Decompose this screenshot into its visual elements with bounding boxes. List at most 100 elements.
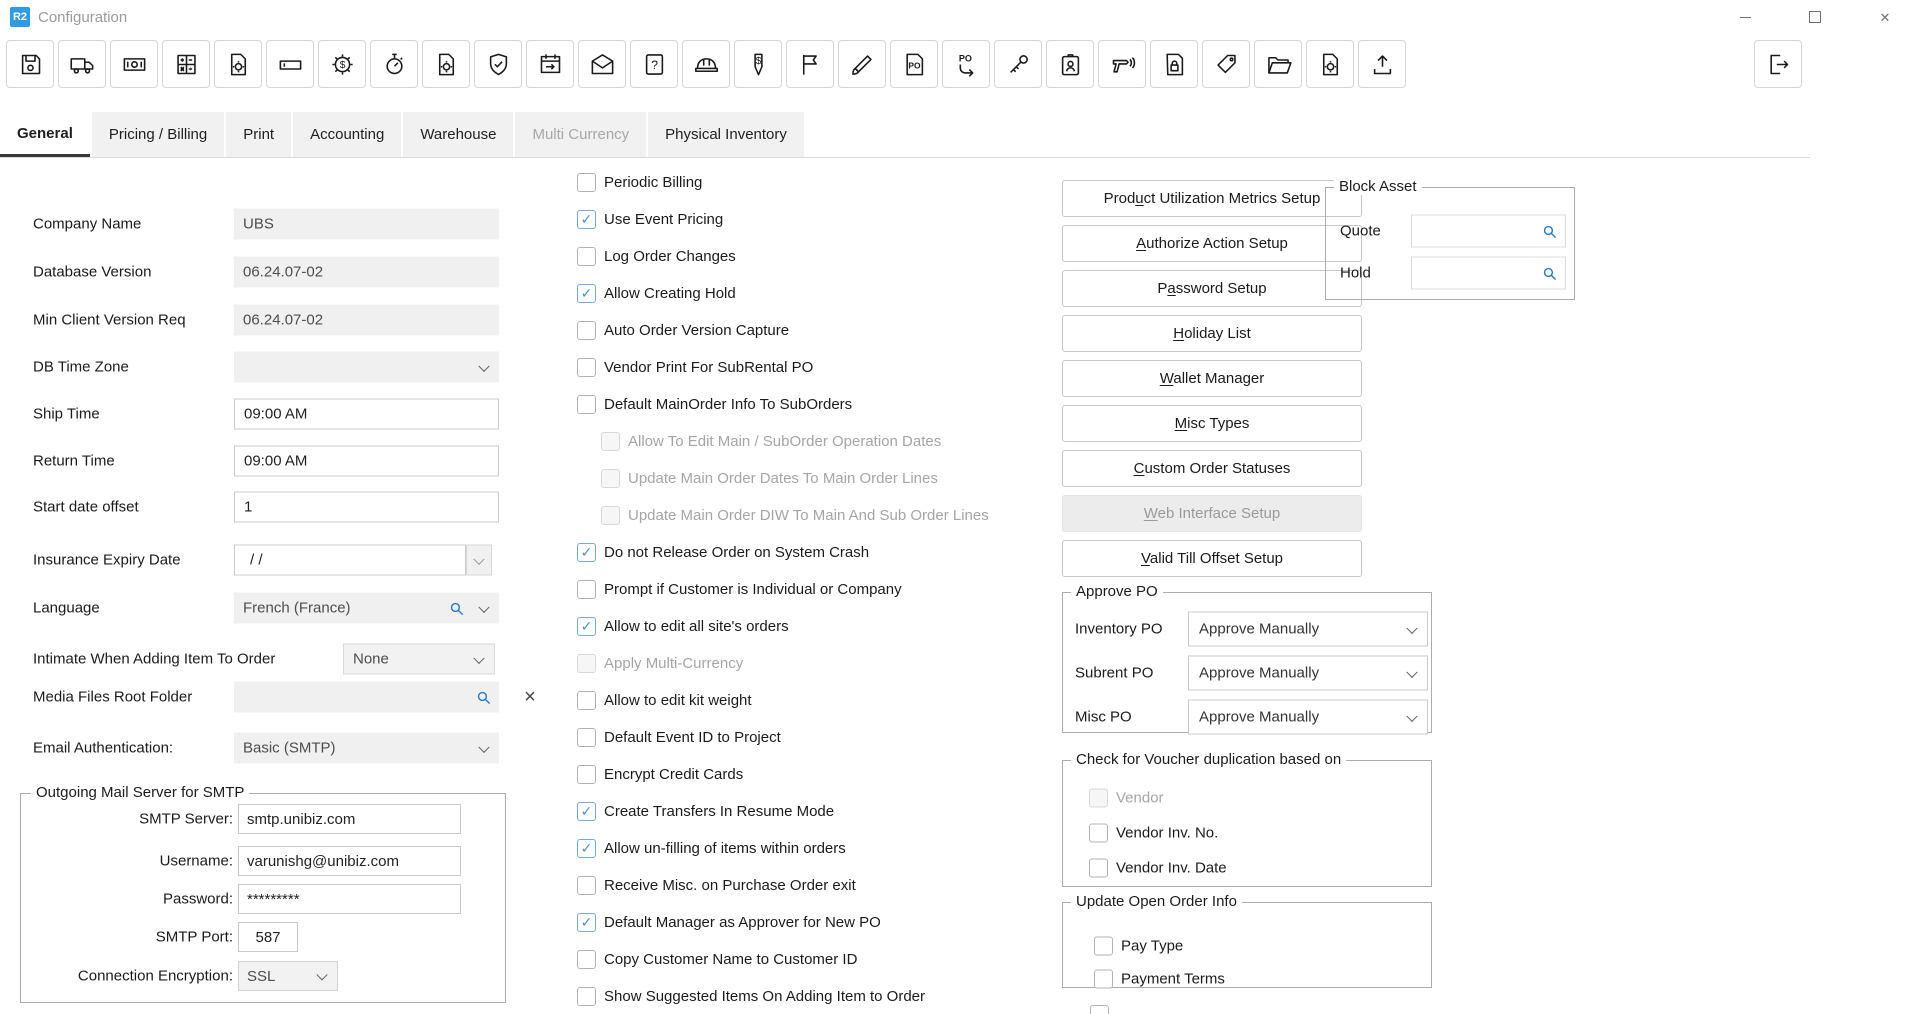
password-setup-button[interactable]: Password Setup xyxy=(1062,270,1362,307)
security-shield-button[interactable] xyxy=(474,40,522,88)
checkbox[interactable]: ✓ xyxy=(577,543,596,562)
option-payment-terms[interactable]: ✓Payment Terms xyxy=(1094,970,1225,989)
checkbox[interactable]: ✓ xyxy=(577,728,596,747)
po-return-button[interactable] xyxy=(942,40,990,88)
close-button[interactable]: ✕ xyxy=(1850,0,1920,34)
search-icon[interactable] xyxy=(448,600,465,617)
checkbox[interactable]: ✓ xyxy=(577,765,596,784)
tab-general[interactable]: General xyxy=(0,112,90,157)
checkbox[interactable]: ✓ xyxy=(577,395,596,414)
product-utilization-metrics-setup-button[interactable]: Product Utilization Metrics Setup xyxy=(1062,180,1362,217)
search-icon[interactable] xyxy=(1541,265,1558,282)
checkbox[interactable]: ✓ xyxy=(577,284,596,303)
checkbox[interactable]: ✓ xyxy=(577,358,596,377)
db-time-zone-dropdown[interactable] xyxy=(234,352,499,383)
option-create-transfers-in-resume-mode[interactable]: ✓Create Transfers In Resume Mode xyxy=(577,793,1047,830)
insurance-expiry-calendar-button[interactable] xyxy=(466,545,492,576)
subrent-po-dropdown[interactable]: Approve Manually xyxy=(1188,656,1428,691)
option-vendor-inv-date[interactable]: ✓Vendor Inv. Date xyxy=(1089,859,1227,878)
checkbox[interactable]: ✓ xyxy=(577,247,596,266)
checkbox[interactable]: ✓ xyxy=(577,876,596,895)
process-settings-button[interactable] xyxy=(422,40,470,88)
option-receive-misc-on-purchase-order-exit[interactable]: ✓Receive Misc. on Purchase Order exit xyxy=(577,867,1047,904)
option-log-order-changes[interactable]: ✓Log Order Changes xyxy=(577,238,1047,275)
misc-po-dropdown[interactable]: Approve Manually xyxy=(1188,700,1428,735)
hold-search-field[interactable] xyxy=(1411,257,1566,290)
maximize-button[interactable] xyxy=(1780,0,1850,34)
clear-media-files-button[interactable]: × xyxy=(517,684,543,710)
search-icon[interactable] xyxy=(475,689,492,706)
mail-button[interactable] xyxy=(578,40,626,88)
option-vendor-inv-no[interactable]: ✓Vendor Inv. No. xyxy=(1089,824,1218,843)
checkbox[interactable]: ✓ xyxy=(577,173,596,192)
checkbox[interactable]: ✓ xyxy=(577,617,596,636)
media-files-input[interactable] xyxy=(234,682,499,713)
tab-accounting[interactable]: Accounting xyxy=(293,112,401,157)
checkbox[interactable]: ✓ xyxy=(577,691,596,710)
misc-types-button[interactable]: Misc Types xyxy=(1062,405,1362,442)
currency-settings-button[interactable] xyxy=(318,40,366,88)
shipping-truck-button[interactable] xyxy=(58,40,106,88)
help-document-button[interactable] xyxy=(630,40,678,88)
flag-button[interactable] xyxy=(786,40,834,88)
holiday-list-button[interactable]: Holiday List xyxy=(1062,315,1362,352)
timer-button[interactable] xyxy=(370,40,418,88)
calculator-button[interactable] xyxy=(162,40,210,88)
open-folder-button[interactable] xyxy=(1254,40,1302,88)
checkbox[interactable]: ✓ xyxy=(577,950,596,969)
option-allow-to-edit-kit-weight[interactable]: ✓Allow to edit kit weight xyxy=(577,682,1047,719)
document-settings-button[interactable] xyxy=(214,40,262,88)
option-default-event-id-to-project[interactable]: ✓Default Event ID to Project xyxy=(577,719,1047,756)
hard-hat-button[interactable] xyxy=(682,40,730,88)
checkbox[interactable]: ✓ xyxy=(577,580,596,599)
smtp-server-input[interactable]: smtp.unibiz.com xyxy=(238,804,461,834)
barcode-scanner-button[interactable] xyxy=(1098,40,1146,88)
checkbox[interactable]: ✓ xyxy=(577,802,596,821)
clipped-checkbox[interactable]: ✓ xyxy=(1090,1005,1109,1014)
quote-search-field[interactable] xyxy=(1411,215,1566,248)
paint-brush-button[interactable] xyxy=(838,40,886,88)
tab-print[interactable]: Print xyxy=(226,112,291,157)
authorize-action-setup-button[interactable]: Authorize Action Setup xyxy=(1062,225,1362,262)
tab-pricing-billing[interactable]: Pricing / Billing xyxy=(92,112,224,157)
valid-till-offset-setup-button[interactable]: Valid Till Offset Setup xyxy=(1062,540,1362,577)
minimize-button[interactable] xyxy=(1710,0,1780,34)
checkbox[interactable]: ✓ xyxy=(1089,859,1108,878)
option-use-event-pricing[interactable]: ✓Use Event Pricing xyxy=(577,201,1047,238)
option-default-manager-as-approver-for-new-po[interactable]: ✓Default Manager as Approver for New PO xyxy=(577,904,1047,941)
option-do-not-release-order-on-system-crash[interactable]: ✓Do not Release Order on System Crash xyxy=(577,534,1047,571)
checkbox[interactable]: ✓ xyxy=(1089,824,1108,843)
option-allow-creating-hold[interactable]: ✓Allow Creating Hold xyxy=(577,275,1047,312)
payment-cash-button[interactable] xyxy=(110,40,158,88)
option-encrypt-credit-cards[interactable]: ✓Encrypt Credit Cards xyxy=(577,756,1047,793)
exit-button[interactable] xyxy=(1754,40,1802,88)
smtp-username-input[interactable]: varunishg@unibiz.com xyxy=(238,846,461,876)
checkbox[interactable]: ✓ xyxy=(577,913,596,932)
option-vendor-print-for-subrental-po[interactable]: ✓Vendor Print For SubRental PO xyxy=(577,349,1047,386)
calendar-forward-button[interactable] xyxy=(526,40,574,88)
language-dropdown[interactable]: French (France) xyxy=(234,593,499,624)
checkbox[interactable]: ✓ xyxy=(577,987,596,1006)
export-upload-button[interactable] xyxy=(1358,40,1406,88)
insurance-expiry-input[interactable]: / / xyxy=(234,545,466,576)
smtp-port-input[interactable]: 587 xyxy=(238,922,298,952)
checkbox[interactable]: ✓ xyxy=(577,839,596,858)
search-icon[interactable] xyxy=(1541,223,1558,240)
checkbox[interactable]: ✓ xyxy=(1094,937,1113,956)
option-auto-order-version-capture[interactable]: ✓Auto Order Version Capture xyxy=(577,312,1047,349)
option-default-mainorder-info-to-suborders[interactable]: ✓Default MainOrder Info To SubOrders xyxy=(577,386,1047,423)
return-time-input[interactable]: 09:00 AM xyxy=(234,446,499,477)
wallet-manager-button[interactable]: Wallet Manager xyxy=(1062,360,1362,397)
save-button[interactable] xyxy=(6,40,54,88)
option-allow-un-filling-of-items-within-orders[interactable]: ✓Allow un-filling of items within orders xyxy=(577,830,1047,867)
text-field-button[interactable] xyxy=(266,40,314,88)
checkbox[interactable]: ✓ xyxy=(577,321,596,340)
ship-time-input[interactable]: 09:00 AM xyxy=(234,399,499,430)
custom-order-statuses-button[interactable]: Custom Order Statuses xyxy=(1062,450,1362,487)
option-pay-type[interactable]: ✓Pay Type xyxy=(1094,937,1183,956)
smtp-encryption-dropdown[interactable]: SSL xyxy=(238,961,338,991)
email-auth-dropdown[interactable]: Basic (SMTP) xyxy=(234,733,499,764)
purchase-order-button[interactable] xyxy=(890,40,938,88)
checkbox[interactable]: ✓ xyxy=(577,210,596,229)
smtp-password-input[interactable]: ********* xyxy=(238,884,461,914)
